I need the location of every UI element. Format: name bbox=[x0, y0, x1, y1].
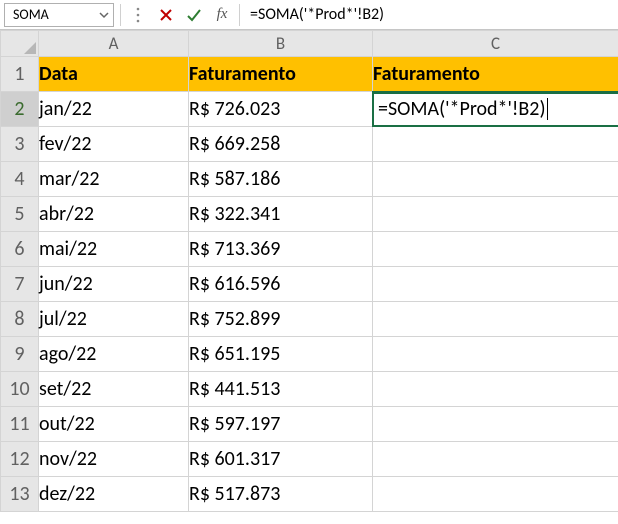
row-header[interactable]: 8 bbox=[1, 302, 39, 337]
cell[interactable] bbox=[373, 267, 618, 302]
fx-label: fx bbox=[215, 6, 230, 23]
cell-editor-text: =SOMA('*Prod*'!B2) bbox=[378, 97, 546, 121]
row-header[interactable]: 5 bbox=[1, 197, 39, 232]
cell[interactable]: R$ 517.873 bbox=[189, 477, 373, 512]
cell[interactable]: jul/22 bbox=[39, 302, 189, 337]
row-header[interactable]: 12 bbox=[1, 442, 39, 477]
select-all-corner[interactable] bbox=[1, 31, 39, 57]
cancel-button[interactable] bbox=[155, 4, 177, 26]
column-header-a[interactable]: A bbox=[39, 31, 189, 57]
name-box[interactable]: SOMA bbox=[4, 3, 114, 27]
row-header[interactable]: 6 bbox=[1, 232, 39, 267]
cell[interactable]: R$ 441.513 bbox=[189, 372, 373, 407]
cell[interactable]: jan/22 bbox=[39, 92, 189, 127]
row-header[interactable]: 11 bbox=[1, 407, 39, 442]
row-header[interactable]: 4 bbox=[1, 162, 39, 197]
cell[interactable] bbox=[373, 162, 618, 197]
row-header[interactable]: 2 bbox=[1, 92, 39, 127]
cell[interactable]: mar/22 bbox=[39, 162, 189, 197]
column-header-b[interactable]: B bbox=[189, 31, 373, 57]
cell[interactable]: Data bbox=[39, 57, 189, 92]
cell-editor[interactable]: =SOMA('*Prod*'!B2) bbox=[372, 92, 618, 128]
cell[interactable]: set/22 bbox=[39, 372, 189, 407]
vdots-icon[interactable] bbox=[127, 4, 149, 26]
cell[interactable]: R$ 713.369 bbox=[189, 232, 373, 267]
row-header[interactable]: 7 bbox=[1, 267, 39, 302]
separator bbox=[120, 4, 121, 26]
row-header[interactable]: 13 bbox=[1, 477, 39, 512]
column-header-c[interactable]: C bbox=[373, 31, 618, 57]
formula-input[interactable]: =SOMA('*Prod*'!B2) bbox=[246, 3, 614, 27]
cell[interactable]: out/22 bbox=[39, 407, 189, 442]
cell[interactable]: abr/22 bbox=[39, 197, 189, 232]
cell[interactable]: Faturamento bbox=[189, 57, 373, 92]
cell[interactable]: dez/22 bbox=[39, 477, 189, 512]
cell[interactable]: R$ 587.186 bbox=[189, 162, 373, 197]
cell[interactable]: mai/22 bbox=[39, 232, 189, 267]
chevron-down-icon[interactable] bbox=[99, 10, 109, 20]
cell[interactable]: R$ 616.596 bbox=[189, 267, 373, 302]
cell[interactable]: R$ 651.195 bbox=[189, 337, 373, 372]
row-header[interactable]: 10 bbox=[1, 372, 39, 407]
cell[interactable]: R$ 726.023 bbox=[189, 92, 373, 127]
cell[interactable] bbox=[373, 407, 618, 442]
cell[interactable] bbox=[373, 372, 618, 407]
text-caret bbox=[547, 98, 548, 120]
cell[interactable] bbox=[373, 302, 618, 337]
cell[interactable]: nov/22 bbox=[39, 442, 189, 477]
cell[interactable]: R$ 669.258 bbox=[189, 127, 373, 162]
cell-editing[interactable]: =SOMA('*Prod*'!B2) bbox=[373, 92, 618, 127]
cell[interactable]: R$ 322.341 bbox=[189, 197, 373, 232]
cell[interactable] bbox=[373, 197, 618, 232]
cell[interactable]: Faturamento bbox=[373, 57, 618, 92]
spreadsheet-grid[interactable]: A B C 1 Data Faturamento Faturamento 2 j… bbox=[0, 30, 618, 512]
cell[interactable]: jun/22 bbox=[39, 267, 189, 302]
cell[interactable]: fev/22 bbox=[39, 127, 189, 162]
cell[interactable]: R$ 597.197 bbox=[189, 407, 373, 442]
separator bbox=[239, 4, 240, 26]
fx-button[interactable]: fx bbox=[211, 4, 233, 26]
formula-bar: SOMA fx =SOMA('*Prod*'!B2) bbox=[0, 0, 618, 30]
enter-button[interactable] bbox=[183, 4, 205, 26]
cell[interactable] bbox=[373, 232, 618, 267]
cell[interactable] bbox=[373, 477, 618, 512]
row-header[interactable]: 9 bbox=[1, 337, 39, 372]
cell[interactable] bbox=[373, 127, 618, 162]
cell[interactable]: ago/22 bbox=[39, 337, 189, 372]
cell[interactable] bbox=[373, 337, 618, 372]
cell[interactable] bbox=[373, 442, 618, 477]
cell[interactable]: R$ 752.899 bbox=[189, 302, 373, 337]
row-header[interactable]: 3 bbox=[1, 127, 39, 162]
name-box-value: SOMA bbox=[13, 6, 49, 23]
cell[interactable]: R$ 601.317 bbox=[189, 442, 373, 477]
row-header[interactable]: 1 bbox=[1, 57, 39, 92]
